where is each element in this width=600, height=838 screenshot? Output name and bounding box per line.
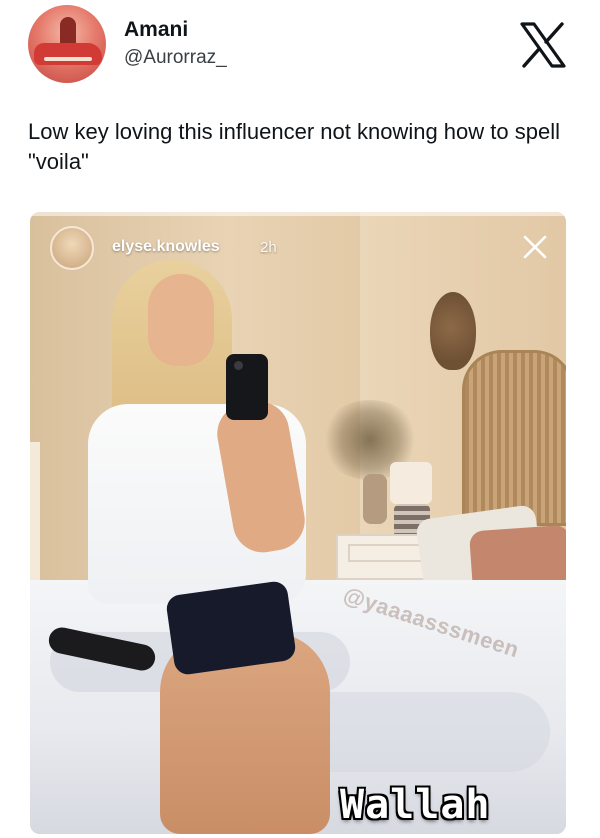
- author-name[interactable]: Amani: [124, 18, 188, 42]
- author-handle[interactable]: @Aurorraz_: [124, 47, 227, 69]
- story-avatar[interactable]: [50, 226, 94, 270]
- story-caption: Wallah: [340, 782, 491, 828]
- woman-face: [148, 274, 214, 366]
- author-avatar[interactable]: [28, 5, 106, 83]
- lamp-shade: [390, 462, 432, 504]
- x-logo-icon: [520, 22, 566, 68]
- phone: [226, 354, 268, 420]
- woman-shorts: [165, 579, 297, 677]
- story-username[interactable]: elyse.knowles: [112, 238, 220, 256]
- tweet-text: Low key loving this influencer not knowi…: [28, 119, 560, 174]
- avatar-car: [34, 43, 102, 65]
- rattan-headboard: [462, 350, 566, 526]
- story-timestamp: 2h: [260, 239, 277, 256]
- close-icon[interactable]: [522, 234, 548, 260]
- vase: [363, 474, 387, 524]
- wall-hat: [430, 292, 476, 370]
- door-frame: [30, 442, 40, 582]
- story-screenshot[interactable]: elyse.knowles 2h @yaaaasssmeen Wallah: [30, 212, 566, 834]
- story-progress-bar: [30, 212, 566, 216]
